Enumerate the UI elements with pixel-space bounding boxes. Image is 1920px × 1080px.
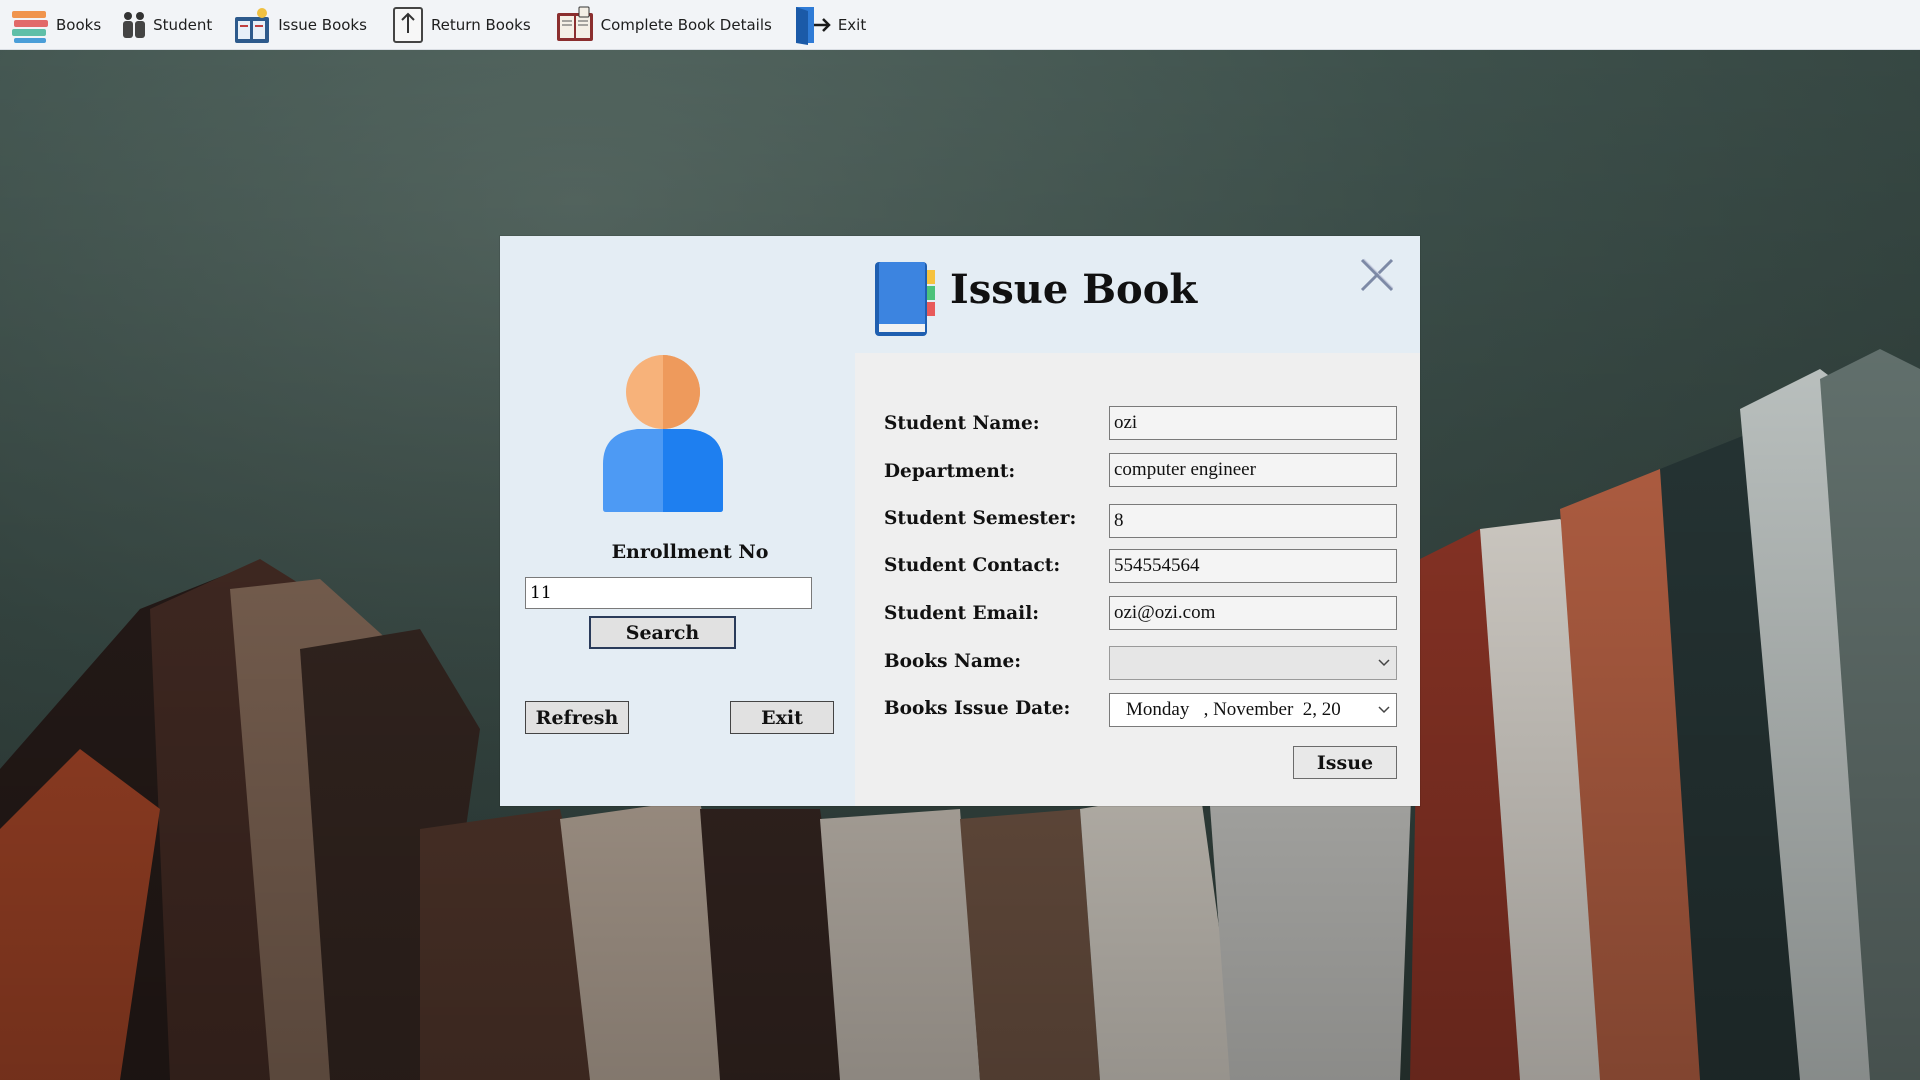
close-icon[interactable] bbox=[1358, 256, 1396, 294]
semester-label: Student Semester: bbox=[884, 508, 1077, 529]
book-details-icon bbox=[556, 6, 593, 41]
refresh-button[interactable]: Refresh bbox=[525, 701, 629, 734]
issue-form-panel: Student Name: Department: Student Semest… bbox=[855, 353, 1420, 806]
chevron-down-icon bbox=[1378, 659, 1390, 667]
contact-field[interactable] bbox=[1109, 549, 1397, 583]
menu-label-student: Student bbox=[153, 15, 213, 34]
student-name-field[interactable] bbox=[1109, 406, 1397, 440]
menu-item-student[interactable]: Student bbox=[111, 0, 222, 49]
student-name-label: Student Name: bbox=[884, 413, 1040, 434]
students-icon bbox=[123, 11, 146, 38]
email-field[interactable] bbox=[1109, 596, 1397, 630]
menu-label-issue-books: Issue Books bbox=[278, 15, 367, 34]
book-icon bbox=[875, 262, 935, 336]
contact-label: Student Contact: bbox=[884, 555, 1061, 576]
enrollment-input[interactable] bbox=[525, 577, 812, 609]
student-lookup-panel: Enrollment No Search Refresh Exit bbox=[500, 236, 855, 806]
menu-bar: Books Student Issue Books Return Books C… bbox=[0, 0, 1920, 50]
issue-date-label: Books Issue Date: bbox=[884, 698, 1071, 719]
enrollment-label: Enrollment No bbox=[611, 541, 769, 563]
menu-label-books: Books bbox=[56, 15, 102, 34]
menu-label-exit: Exit bbox=[837, 15, 867, 34]
menu-label-complete-book-details: Complete Book Details bbox=[600, 15, 772, 34]
department-label: Department: bbox=[884, 461, 1016, 482]
dialog-title: Issue Book bbox=[950, 266, 1198, 313]
semester-field[interactable] bbox=[1109, 504, 1397, 538]
return-books-icon bbox=[392, 6, 423, 43]
menu-item-complete-book-details[interactable]: Complete Book Details bbox=[541, 0, 782, 49]
books-stack-icon bbox=[12, 10, 48, 43]
search-button[interactable]: Search bbox=[589, 616, 736, 649]
issue-books-icon bbox=[235, 7, 270, 43]
student-avatar-icon bbox=[603, 355, 723, 512]
books-name-label: Books Name: bbox=[884, 651, 1022, 672]
issue-date-picker[interactable]: Monday , November 2, 20 bbox=[1109, 693, 1397, 727]
menu-label-return-books: Return Books bbox=[430, 15, 531, 34]
department-field[interactable] bbox=[1109, 453, 1397, 487]
issue-date-value: Monday , November 2, 20 bbox=[1126, 699, 1341, 720]
menu-item-exit[interactable]: Exit bbox=[782, 0, 876, 49]
issue-book-dialog: Enrollment No Search Refresh Exit Issue … bbox=[500, 236, 1420, 806]
menu-item-books[interactable]: Books bbox=[0, 0, 111, 49]
issue-button[interactable]: Issue bbox=[1293, 746, 1397, 779]
exit-door-icon bbox=[795, 6, 831, 45]
email-label: Student Email: bbox=[884, 603, 1040, 624]
dialog-header: Issue Book bbox=[855, 236, 1420, 353]
books-name-select[interactable] bbox=[1109, 646, 1397, 680]
chevron-down-icon bbox=[1378, 706, 1390, 714]
menu-item-return-books[interactable]: Return Books bbox=[377, 0, 541, 49]
menu-item-issue-books[interactable]: Issue Books bbox=[222, 0, 377, 49]
exit-button[interactable]: Exit bbox=[730, 701, 834, 734]
